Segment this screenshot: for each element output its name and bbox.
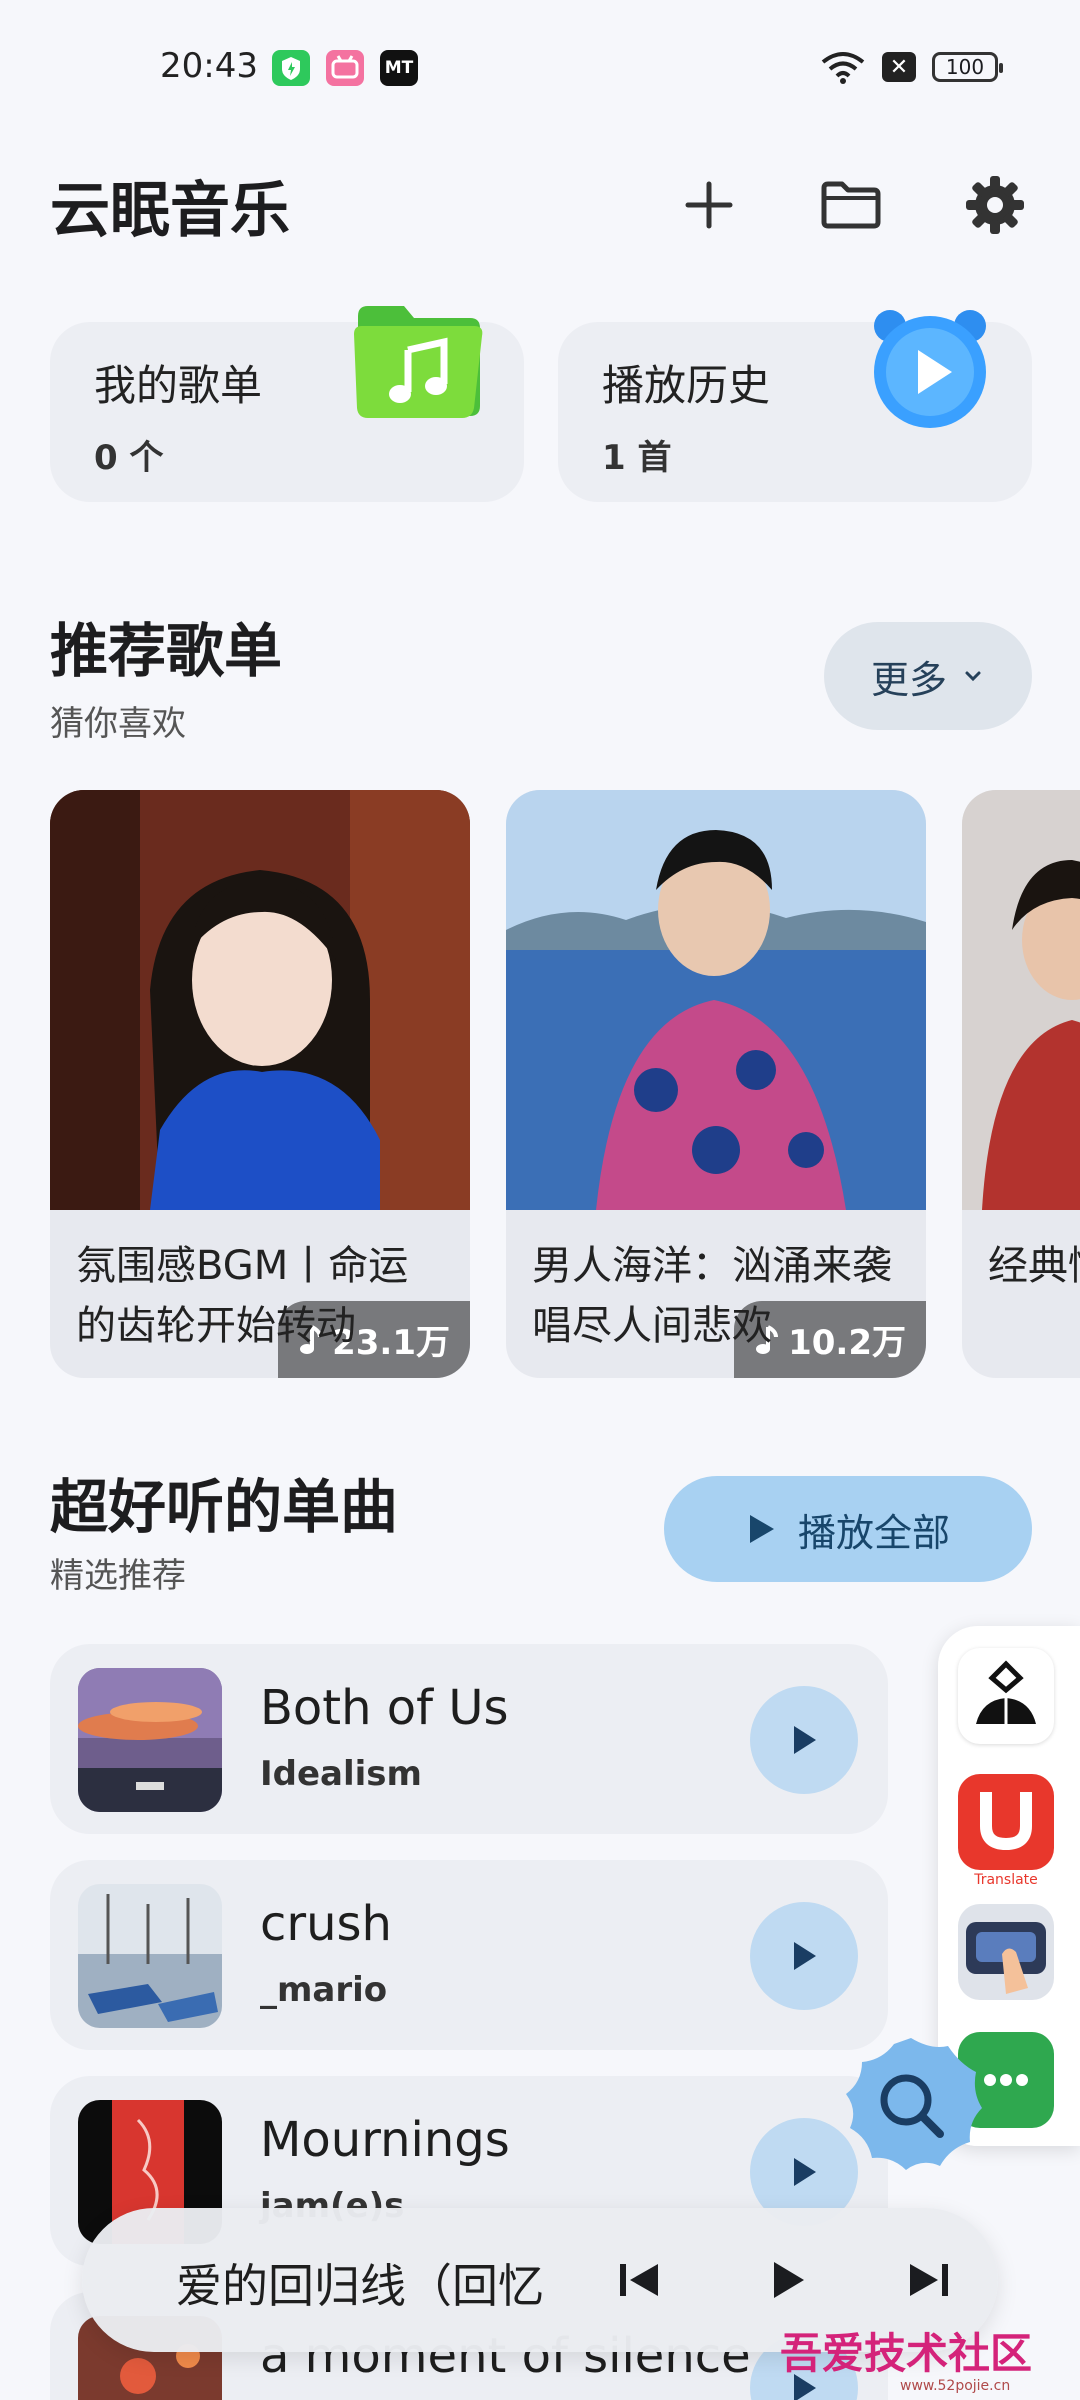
playlist-card[interactable]: 23.1万 氛围感BGM丨命运的齿轮开始转动: [50, 790, 470, 1378]
play-history-card[interactable]: 播放历史 1 首: [558, 310, 1032, 502]
watermark: 吾爱技术社区: [780, 2329, 1033, 2378]
translate-app[interactable]: Translate: [958, 1774, 1054, 1888]
bilibili-app-icon: [326, 50, 364, 86]
playlist-name: 氛围感BGM丨命运的齿轮开始转动: [76, 1243, 409, 1349]
status-right: ✕ 100: [820, 50, 1003, 84]
song-title: crush: [260, 1896, 392, 1952]
song-title: Mournings: [260, 2112, 510, 2168]
more-label: 更多: [870, 657, 947, 702]
play-history-title: 播放历史: [602, 361, 771, 410]
search-fab[interactable]: [836, 2030, 986, 2180]
song-cover-image: [78, 1668, 222, 1812]
playlist-cover-image: [50, 790, 470, 1210]
song-play-button[interactable]: [750, 1686, 858, 1794]
song-play-button[interactable]: [750, 1902, 858, 2010]
no-sim-icon: ✕: [882, 52, 916, 82]
play-icon: [794, 2158, 816, 2186]
side-app-1[interactable]: [958, 1648, 1054, 1744]
security-app-icon: [272, 50, 310, 86]
play-history-count: 1 首: [602, 438, 672, 478]
recommend-subtitle: 猜你喜欢: [50, 704, 186, 744]
play-pause-icon[interactable]: [750, 2244, 822, 2316]
play-icon: [794, 1726, 816, 1754]
chevron-down-icon: [965, 671, 981, 682]
play-all-button[interactable]: 播放全部: [664, 1476, 1032, 1582]
play-icon: [794, 1942, 816, 1970]
status-bar: 20:43 MT ✕ 100: [0, 0, 1080, 140]
add-icon[interactable]: [676, 172, 742, 238]
battery-icon: 100: [932, 52, 1003, 82]
translate-u-icon: [980, 1792, 1032, 1851]
touch-tablet-icon: [966, 1922, 1046, 1994]
singles-title: 超好听的单曲: [50, 1473, 399, 1541]
song-cover-image: [78, 1884, 222, 2028]
alarm-clock-play-icon: [874, 310, 986, 428]
song-artist: Idealism: [260, 1754, 422, 1794]
playlist-cover-image: [962, 790, 1080, 1210]
recommend-title: 推荐歌单: [50, 617, 283, 685]
song-row[interactable]: crush _mario: [50, 1860, 888, 2050]
battery-level: 100: [945, 55, 985, 79]
app-shortcut-icon: [976, 1660, 1036, 1724]
my-playlists-title: 我的歌单: [94, 361, 263, 410]
my-playlists-count: 0 个: [94, 438, 164, 478]
next-track-icon[interactable]: [892, 2244, 964, 2316]
status-time: 20:43: [160, 46, 258, 86]
side-app-3[interactable]: [958, 1904, 1054, 2000]
watermark-url: www.52pojie.cn: [900, 2378, 1011, 2394]
now-playing-title: 爱的回归线（回忆: [176, 2259, 544, 2313]
mt-app-icon: MT: [380, 50, 418, 86]
app-title: 云眠音乐: [50, 176, 290, 246]
song-title: Both of Us: [260, 1680, 509, 1736]
song-row[interactable]: Both of Us Idealism: [50, 1644, 888, 1834]
singles-subtitle: 精选推荐: [50, 1556, 186, 1596]
music-folder-icon: [354, 306, 483, 418]
play-all-label: 播放全部: [797, 1510, 950, 1555]
playlist-name: 经典情集忆往: [988, 1243, 1080, 1289]
playlist-card[interactable]: 经典情集忆往: [962, 790, 1080, 1378]
previous-track-icon[interactable]: [604, 2244, 676, 2316]
playlist-card[interactable]: 10.2万 男人海洋：汹涌来袭唱尽人间悲欢: [506, 790, 926, 1378]
more-button[interactable]: 更多: [824, 622, 1032, 730]
playlist-cover-image: [506, 790, 926, 1210]
translate-label: Translate: [974, 1872, 1038, 1888]
my-playlists-card[interactable]: 我的歌单 0 个: [50, 306, 524, 502]
settings-gear-icon[interactable]: [962, 172, 1028, 238]
playlist-name: 男人海洋：汹涌来袭唱尽人间悲欢: [532, 1243, 892, 1349]
play-icon: [749, 1515, 774, 1543]
wifi-icon: [821, 52, 865, 84]
song-artist: _mario: [260, 1970, 388, 2010]
folder-icon[interactable]: [818, 172, 884, 238]
